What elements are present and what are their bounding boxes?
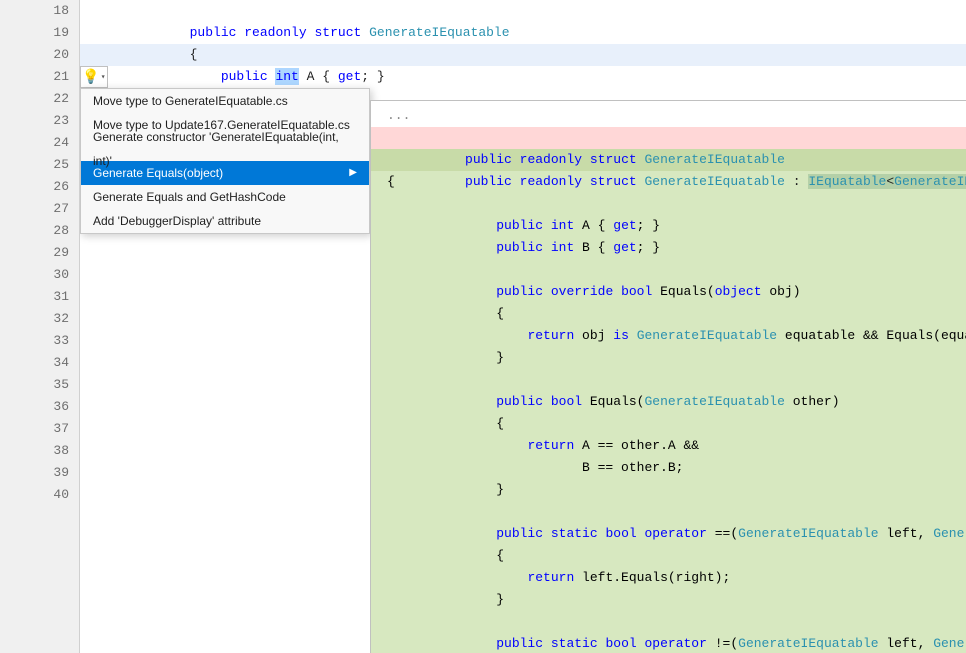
diff-content: ... public readonly struct GenerateIEqua… bbox=[371, 101, 966, 653]
code-line-18: public readonly struct GenerateIEquatabl… bbox=[80, 0, 966, 22]
menu-item-label: Generate Equals(object) bbox=[93, 161, 223, 185]
line-number: 35 bbox=[0, 374, 79, 396]
line-number: 31 bbox=[0, 286, 79, 308]
line-number: 33 bbox=[0, 330, 79, 352]
dropdown-arrow-icon: ▾ bbox=[101, 72, 106, 82]
line-number: 30 bbox=[0, 264, 79, 286]
diff-preview-panel: ... public readonly struct GenerateIEqua… bbox=[370, 100, 966, 653]
line-number: 34 bbox=[0, 352, 79, 374]
menu-item-generate-constructor[interactable]: Generate constructor 'GenerateIEquatable… bbox=[81, 137, 369, 161]
menu-item-label: Move type to GenerateIEquatable.cs bbox=[93, 89, 288, 113]
line-number: 25 bbox=[0, 154, 79, 176]
submenu-arrow-icon: ▶ bbox=[349, 161, 357, 185]
line-number: 39 bbox=[0, 462, 79, 484]
line-number-gutter: 18 19 20 21 22 23 24 25 26 27 28 29 30 3… bbox=[0, 0, 80, 653]
context-menu: Move type to GenerateIEquatable.cs Move … bbox=[80, 88, 370, 234]
code-editor[interactable]: public readonly struct GenerateIEquatabl… bbox=[80, 0, 966, 653]
code-line-20: public int A { get; } bbox=[80, 44, 966, 66]
diff-line-bool-equals: public bool Equals(GenerateIEquatable ot… bbox=[371, 369, 966, 391]
line-number: 36 bbox=[0, 396, 79, 418]
lightbulb-area: 💡 ▾ Move type to GenerateIEquatable.cs M… bbox=[80, 66, 108, 88]
menu-item-label: Add 'DebuggerDisplay' attribute bbox=[93, 209, 261, 233]
diff-line-op-eq: public static bool operator ==(GenerateI… bbox=[371, 501, 966, 523]
editor-container: 18 19 20 21 22 23 24 25 26 27 28 29 30 3… bbox=[0, 0, 966, 653]
lightbulb-icon: 💡 bbox=[82, 69, 99, 86]
lightbulb-button[interactable]: 💡 ▾ bbox=[80, 66, 108, 88]
menu-item-move-type[interactable]: Move type to GenerateIEquatable.cs bbox=[81, 89, 369, 113]
line-number: 22 bbox=[0, 88, 79, 110]
diff-line-prop-a: public int A { get; } bbox=[371, 193, 966, 215]
line-number: 18 bbox=[0, 0, 79, 22]
line-number: 24 bbox=[0, 132, 79, 154]
diff-line-op-neq: public static bool operator !=(GenerateI… bbox=[371, 611, 966, 633]
diff-line-ellipsis-top: ... bbox=[371, 105, 966, 127]
line-number: 38 bbox=[0, 440, 79, 462]
line-number: 28 bbox=[0, 220, 79, 242]
line-number: 40 bbox=[0, 484, 79, 506]
menu-item-label: Generate Equals and GetHashCode bbox=[93, 185, 286, 209]
line-number: 32 bbox=[0, 308, 79, 330]
diff-line-removed: public readonly struct GenerateIEquatabl… bbox=[371, 127, 966, 149]
line-number: 23 bbox=[0, 110, 79, 132]
menu-item-add-debugger[interactable]: Add 'DebuggerDisplay' attribute bbox=[81, 209, 369, 233]
line-number: 26 bbox=[0, 176, 79, 198]
line-number: 37 bbox=[0, 418, 79, 440]
line-number: 27 bbox=[0, 198, 79, 220]
diff-line-override-equals: public override bool Equals(object obj) bbox=[371, 259, 966, 281]
line-number: 29 bbox=[0, 242, 79, 264]
line-number: 20 bbox=[0, 44, 79, 66]
menu-item-generate-equals-hashcode[interactable]: Generate Equals and GetHashCode bbox=[81, 185, 369, 209]
line-number: 19 bbox=[0, 22, 79, 44]
line-number: 21 bbox=[0, 66, 79, 88]
